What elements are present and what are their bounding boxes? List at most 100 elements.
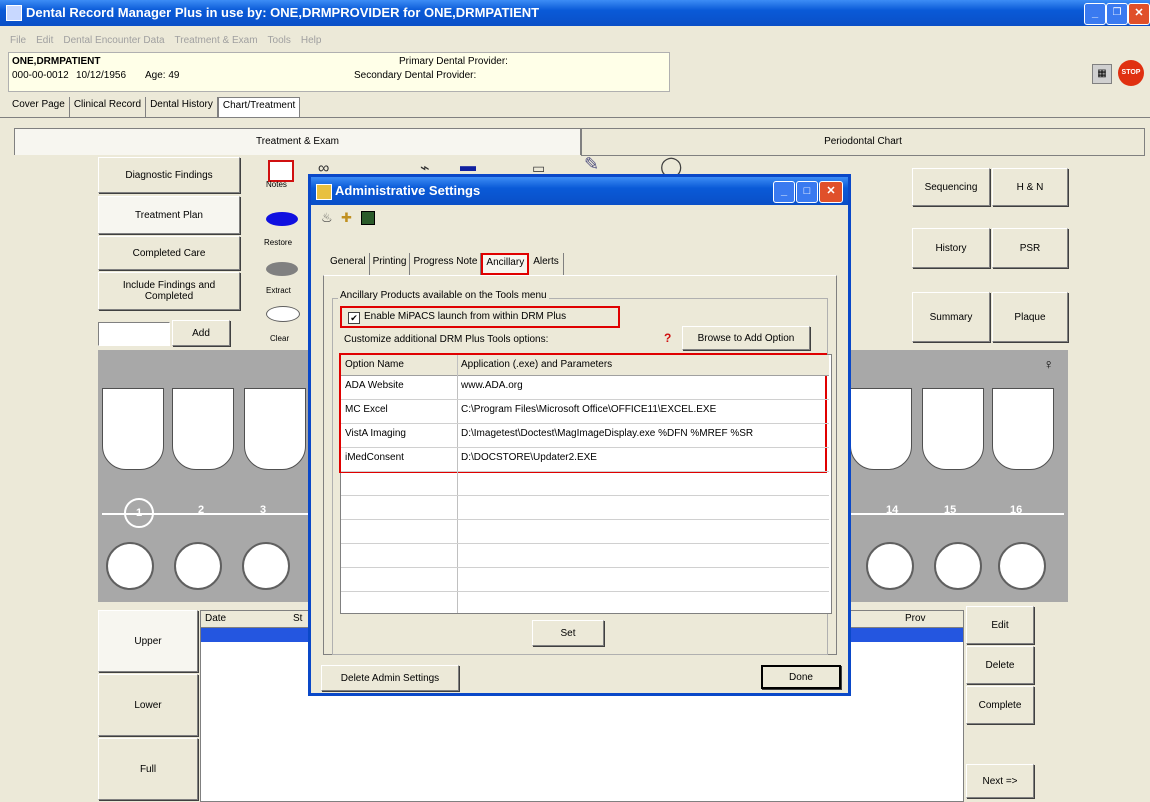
psr-label: PSR xyxy=(1019,242,1041,254)
tooth-2[interactable] xyxy=(172,388,234,470)
dialog-minimize-button[interactable]: _ xyxy=(773,181,795,203)
occlusal-1[interactable] xyxy=(106,542,154,590)
grid-header-prov[interactable]: Prov xyxy=(905,613,926,624)
include-findings-button[interactable]: Include Findings and Completed xyxy=(98,272,240,310)
occlusal-3[interactable] xyxy=(242,542,290,590)
grid-header-st[interactable]: St xyxy=(293,613,302,624)
table-row[interactable]: ADA Website www.ADA.org xyxy=(341,375,829,400)
occlusal-16[interactable] xyxy=(998,542,1046,590)
extract-icon[interactable] xyxy=(266,262,298,276)
customize-label: Customize additional DRM Plus Tools opti… xyxy=(344,334,549,345)
clear-label: Clear xyxy=(270,334,290,343)
clear-icon[interactable] xyxy=(266,306,300,322)
tooth-3[interactable] xyxy=(244,388,306,470)
dialog-tab-progress-note[interactable]: Progress Note xyxy=(410,253,482,275)
done-button[interactable]: Done xyxy=(761,665,841,689)
complete-button[interactable]: Complete xyxy=(966,686,1034,724)
dialog-tab-ancillary[interactable]: Ancillary xyxy=(481,253,530,275)
menu-edit[interactable]: Edit xyxy=(36,35,53,49)
delete-button[interactable]: Delete xyxy=(966,646,1034,684)
psr-button[interactable]: PSR xyxy=(992,228,1068,268)
menu-tools[interactable]: Tools xyxy=(268,35,291,49)
tab-dental-history[interactable]: Dental History xyxy=(146,97,218,117)
tab-chart-treatment[interactable]: Chart/Treatment xyxy=(217,97,301,117)
tooth-15[interactable] xyxy=(922,388,984,470)
help-button[interactable]: ? xyxy=(664,331,671,345)
dialog-close-button[interactable]: ✕ xyxy=(819,181,843,203)
calculator-icon[interactable]: ▦ xyxy=(1092,64,1112,84)
diagnostic-findings-button[interactable]: Diagnostic Findings xyxy=(98,157,240,193)
summary-button[interactable]: Summary xyxy=(912,292,990,342)
tooth-14[interactable] xyxy=(850,388,912,470)
table-row[interactable]: MC Excel C:\Program Files\Microsoft Offi… xyxy=(341,399,829,424)
edit-button[interactable]: Edit xyxy=(966,606,1034,644)
tab-clinical-record[interactable]: Clinical Record xyxy=(70,97,147,117)
add-label: Add xyxy=(192,327,210,339)
key-icon[interactable]: ♀ xyxy=(1044,356,1055,372)
stop-icon[interactable]: STOP xyxy=(1118,60,1144,86)
add-input[interactable] xyxy=(98,322,170,346)
sequencing-label: Sequencing xyxy=(924,181,978,193)
occlusal-14[interactable] xyxy=(866,542,914,590)
plaque-button[interactable]: Plaque xyxy=(992,292,1068,342)
maximize-button[interactable]: ❐ xyxy=(1106,3,1128,25)
history-button[interactable]: History xyxy=(912,228,990,268)
tab-cover-page[interactable]: Cover Page xyxy=(8,97,70,117)
dialog-toolbar-icon-1[interactable]: ♨ xyxy=(321,210,333,226)
table-row[interactable]: VistA Imaging D:\Imagetest\Doctest\MagIm… xyxy=(341,423,829,448)
subtab-periodontal-chart[interactable]: Periodontal Chart xyxy=(581,128,1145,156)
notes-icon[interactable] xyxy=(268,160,294,182)
table-row[interactable]: iMedConsent D:\DOCSTORE\Updater2.EXE xyxy=(341,447,829,472)
options-header-name[interactable]: Option Name xyxy=(345,359,404,370)
browse-add-option-button[interactable]: Browse to Add Option xyxy=(682,326,810,350)
tooth-16[interactable] xyxy=(992,388,1054,470)
tooth-1[interactable] xyxy=(102,388,164,470)
restore-icon[interactable] xyxy=(266,212,298,226)
grid-header-date[interactable]: Date xyxy=(205,613,226,624)
close-button[interactable]: ✕ xyxy=(1128,3,1150,25)
set-button[interactable]: Set xyxy=(532,620,604,646)
options-header-app[interactable]: Application (.exe) and Parameters xyxy=(461,359,612,370)
next-button[interactable]: Next => xyxy=(966,764,1034,798)
main-titlebar[interactable]: Dental Record Manager Plus in use by: ON… xyxy=(0,0,1150,26)
treatment-plan-button[interactable]: Treatment Plan xyxy=(98,196,240,234)
lower-button[interactable]: Lower xyxy=(98,674,198,736)
tool5-icon[interactable]: ✎ xyxy=(584,154,599,175)
menu-treatment-exam[interactable]: Treatment & Exam xyxy=(175,35,258,49)
mipacs-checkbox[interactable]: ✔ xyxy=(348,312,360,324)
options-table[interactable]: Option Name Application (.exe) and Param… xyxy=(339,353,832,614)
next-label: Next => xyxy=(982,775,1018,787)
add-button[interactable]: Add xyxy=(172,320,230,346)
delete-admin-settings-button[interactable]: Delete Admin Settings xyxy=(321,665,459,691)
treatment-plan-label: Treatment Plan xyxy=(135,209,203,221)
dialog-tab-alerts[interactable]: Alerts xyxy=(529,253,564,275)
summary-label: Summary xyxy=(929,311,973,323)
menu-dental-encounter[interactable]: Dental Encounter Data xyxy=(63,35,164,49)
full-button[interactable]: Full xyxy=(98,738,198,800)
minimize-button[interactable]: _ xyxy=(1084,3,1106,25)
h-and-n-button[interactable]: H & N xyxy=(992,168,1068,206)
dialog-maximize-button[interactable]: □ xyxy=(796,181,818,203)
mipacs-checkbox-row[interactable]: ✔ Enable MiPACS launch from within DRM P… xyxy=(340,306,620,328)
sequencing-button[interactable]: Sequencing xyxy=(912,168,990,206)
dialog-tab-general[interactable]: General xyxy=(327,253,370,275)
occlusal-2[interactable] xyxy=(174,542,222,590)
delete-label: Delete xyxy=(985,659,1015,671)
upper-label: Upper xyxy=(134,635,162,647)
dialog-toolbar-key-icon[interactable]: ✚ xyxy=(341,210,352,226)
upper-button[interactable]: Upper xyxy=(98,610,198,672)
occlusal-15[interactable] xyxy=(934,542,982,590)
subtab-treatment-exam[interactable]: Treatment & Exam xyxy=(14,128,581,155)
completed-care-label: Completed Care xyxy=(132,247,206,259)
browse-add-option-label: Browse to Add Option xyxy=(697,332,795,344)
menu-file[interactable]: File xyxy=(10,35,26,49)
completed-care-button[interactable]: Completed Care xyxy=(98,236,240,270)
subtab-treatment-label: Treatment & Exam xyxy=(256,136,339,147)
dialog-titlebar[interactable]: Administrative Settings _ □ ✕ xyxy=(311,177,848,205)
menu-help[interactable]: Help xyxy=(301,35,322,49)
history-label: History xyxy=(935,242,967,254)
dialog-tab-printing[interactable]: Printing xyxy=(370,253,411,275)
dialog-toolbar-save-icon[interactable] xyxy=(361,211,375,225)
complete-label: Complete xyxy=(978,699,1022,711)
plaque-label: Plaque xyxy=(1014,311,1046,323)
